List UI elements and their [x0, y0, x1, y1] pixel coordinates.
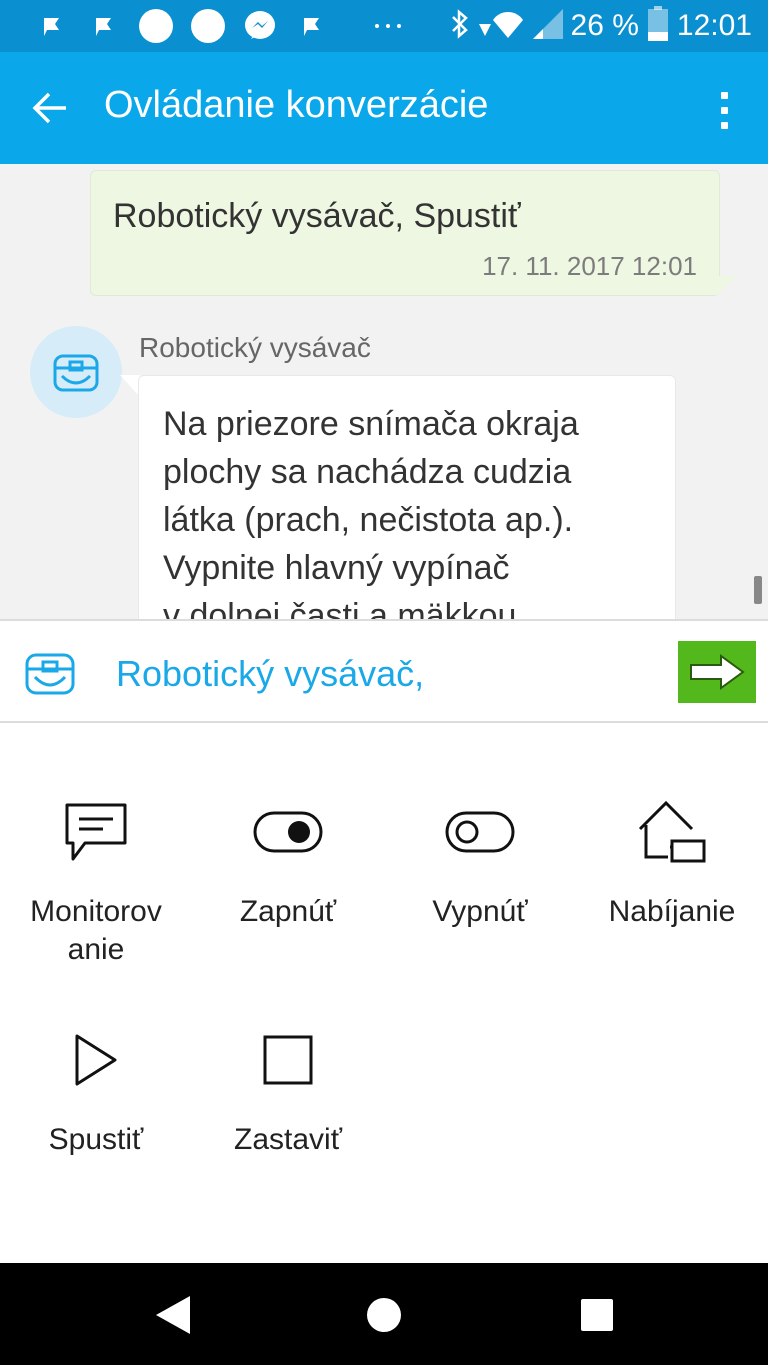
page-title: Ovládanie konverzácie: [104, 84, 489, 126]
send-button[interactable]: [678, 641, 756, 703]
command-label: Monitorov anie: [30, 895, 162, 966]
sent-bubble-tail: [716, 276, 736, 296]
nav-recents-button[interactable]: [575, 1293, 619, 1337]
sender-name: Robotický vysávač: [139, 332, 371, 363]
battery-percent: 26 %: [570, 9, 639, 42]
command-label: Zapnúť: [239, 895, 337, 928]
home-charging-icon: [576, 797, 768, 867]
message-line: látka (prach, nečistota ap.).: [163, 501, 574, 539]
sent-message-text: Robotický vysávač, Spustiť: [113, 197, 521, 235]
screen: 26 % 12:01 Ovládanie konverzácie Robotic…: [0, 0, 768, 1365]
circle-home-icon: [367, 1298, 401, 1332]
flag-icon: [78, 8, 130, 44]
toggle-on-icon: [192, 797, 384, 867]
system-navigation-bar: [0, 1263, 768, 1365]
command-input-row: Robotický vysávač,: [0, 619, 768, 723]
flag-icon: [26, 8, 78, 44]
message-line: v dolnej časti a mäkkou: [163, 597, 517, 619]
dot: [720, 121, 728, 129]
wifi-icon: [478, 8, 525, 45]
signal-icon: [532, 8, 563, 44]
received-bubble-tail: [120, 375, 140, 397]
notification-icons: [26, 8, 414, 44]
command-label: Zastaviť: [234, 1123, 342, 1156]
command-zastavit[interactable]: Zastaviť: [192, 1025, 384, 1159]
system-status: 26 % 12:01: [449, 0, 752, 52]
device-selector[interactable]: [22, 645, 78, 701]
robot-vacuum-icon: [53, 354, 99, 392]
dot: [720, 91, 728, 99]
device-avatar: [30, 326, 122, 418]
status-bar: 26 % 12:01: [0, 0, 768, 52]
chat-bubble-icon: [0, 797, 192, 867]
more-dots-icon: [362, 8, 414, 44]
bluetooth-icon: [449, 8, 471, 45]
command-label: Vypnúť: [432, 895, 528, 928]
sent-message-timestamp: 17. 11. 2017 12:01: [482, 251, 697, 281]
square-recents-icon: [581, 1299, 613, 1331]
toggle-off-icon: [384, 797, 576, 867]
command-zapnut[interactable]: Zapnúť: [192, 797, 384, 931]
conversation-area[interactable]: Robotický vysávač, Spustiť 17. 11. 2017 …: [0, 164, 768, 619]
flag-icon: [286, 8, 338, 44]
command-shortcuts: Monitorov anie Zapnúť Vypnúť Nabíjanie S…: [0, 723, 768, 1263]
dot: [720, 106, 728, 114]
stop-icon: [192, 1025, 384, 1095]
message-line: plochy sa nachádza cudzia: [163, 453, 572, 491]
messenger-icon: [234, 8, 286, 44]
battery-icon: [647, 5, 669, 47]
command-nabijanie[interactable]: Nabíjanie: [576, 797, 768, 931]
robot-vacuum-icon: [25, 653, 75, 695]
message-line: Na priezore snímača okraja: [163, 405, 579, 443]
received-message-bubble: Na priezore snímača okraja plochy sa nac…: [138, 375, 676, 619]
command-label: Spustiť: [48, 1123, 144, 1156]
app-bar: Ovládanie konverzácie: [0, 52, 768, 164]
sent-message-bubble: Robotický vysávač, Spustiť 17. 11. 2017 …: [90, 170, 720, 296]
overflow-menu-button[interactable]: [704, 82, 744, 138]
nav-home-button[interactable]: [362, 1293, 406, 1337]
command-label: Nabíjanie: [608, 895, 736, 928]
received-message-text: Na priezore snímača okraja plochy sa nac…: [163, 400, 653, 619]
circle-icon: [130, 8, 182, 44]
back-button[interactable]: [22, 80, 78, 136]
play-icon: [0, 1025, 192, 1095]
command-input-field[interactable]: Robotický vysávač,: [116, 653, 424, 695]
command-monitorovanie[interactable]: Monitorov anie: [0, 797, 192, 969]
message-line: Vypnite hlavný vypínač: [163, 549, 510, 587]
command-spustit[interactable]: Spustiť: [0, 1025, 192, 1159]
triangle-back-icon: [156, 1296, 190, 1334]
nav-back-button[interactable]: [150, 1293, 194, 1337]
clock: 12:01: [676, 9, 752, 42]
circle-icon: [182, 8, 234, 44]
back-arrow-icon: [32, 92, 66, 124]
command-vypnut[interactable]: Vypnúť: [384, 797, 576, 931]
arrow-right-icon: [690, 654, 745, 690]
scrollbar-thumb[interactable]: [754, 576, 762, 604]
